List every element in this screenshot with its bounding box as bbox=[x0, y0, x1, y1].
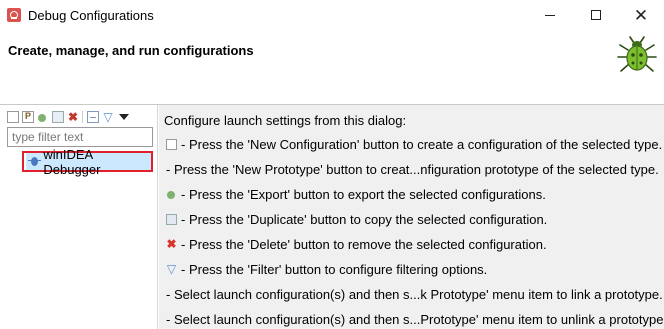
info-line-text: - Press the 'Filter' button to configure… bbox=[181, 262, 488, 277]
info-intro: Configure launch settings from this dial… bbox=[164, 113, 407, 128]
tree-item-winidea-debugger[interactable]: winIDEA Debugger bbox=[22, 147, 153, 177]
delete-icon: ✖ bbox=[166, 237, 177, 251]
info-panel: Configure launch settings from this dial… bbox=[159, 105, 664, 329]
tree-item-selection: winIDEA Debugger bbox=[26, 147, 151, 177]
maximize-icon bbox=[591, 10, 601, 20]
new-configuration-icon bbox=[166, 139, 177, 150]
info-line-text: - Press the 'Duplicate' button to copy t… bbox=[181, 212, 548, 227]
maximize-button[interactable] bbox=[573, 0, 619, 32]
info-line-text: - Press the 'New Configuration' button t… bbox=[181, 137, 663, 152]
info-line-unlink-prototype: - Select launch configuration(s) and the… bbox=[166, 312, 664, 327]
duplicate-icon bbox=[166, 214, 177, 225]
dialog-header: Create, manage, and run configurations bbox=[0, 32, 664, 104]
close-icon: ✕ bbox=[633, 6, 649, 25]
view-menu-icon[interactable] bbox=[119, 114, 129, 120]
export-icon bbox=[166, 189, 177, 200]
close-button[interactable]: ✕ bbox=[618, 0, 664, 32]
collapse-all-icon[interactable] bbox=[87, 111, 99, 123]
title-bar: Debug Configurations ✕ bbox=[0, 0, 664, 32]
debug-app-icon bbox=[7, 8, 21, 22]
minimize-button[interactable] bbox=[527, 0, 573, 32]
duplicate-icon[interactable] bbox=[52, 111, 64, 123]
tree-item-label: winIDEA Debugger bbox=[43, 146, 101, 177]
info-line-link-prototype: - Select launch configuration(s) and the… bbox=[166, 287, 663, 302]
info-line-duplicate: - Press the 'Duplicate' button to copy t… bbox=[166, 212, 547, 227]
info-line-delete: ✖ - Press the 'Delete' button to remove … bbox=[166, 237, 547, 252]
filter-input[interactable] bbox=[7, 127, 153, 147]
info-line-export: - Press the 'Export' button to export th… bbox=[166, 187, 546, 202]
toolbar-separator bbox=[82, 111, 83, 123]
info-line-text: - Select launch configuration(s) and the… bbox=[166, 287, 663, 302]
new-prototype-icon[interactable] bbox=[22, 111, 34, 123]
info-line-text: - Press the 'Delete' button to remove th… bbox=[181, 237, 547, 252]
info-line-new-configuration: - Press the 'New Configuration' button t… bbox=[166, 137, 662, 152]
new-configuration-icon[interactable] bbox=[7, 111, 19, 123]
sidebar-toolbar: ✖ ▽ bbox=[7, 110, 129, 124]
delete-icon[interactable]: ✖ bbox=[67, 111, 79, 123]
info-line-text: - Press the 'New Prototype' button to cr… bbox=[166, 162, 659, 177]
minimize-icon bbox=[545, 15, 555, 16]
info-line-new-prototype: - Press the 'New Prototype' button to cr… bbox=[166, 162, 659, 177]
configuration-sidebar: ✖ ▽ winIDEA Debugger bbox=[1, 105, 158, 329]
winidea-debugger-icon bbox=[28, 155, 42, 168]
info-line-filter: ▽ - Press the 'Filter' button to configu… bbox=[166, 262, 487, 277]
filter-icon: ▽ bbox=[166, 262, 177, 276]
export-icon[interactable] bbox=[37, 111, 49, 123]
page-title: Create, manage, and run configurations bbox=[8, 43, 254, 58]
filter-icon[interactable]: ▽ bbox=[102, 111, 114, 123]
bug-icon bbox=[617, 36, 657, 72]
window-title: Debug Configurations bbox=[28, 8, 154, 23]
info-line-text: - Press the 'Export' button to export th… bbox=[181, 187, 546, 202]
info-line-text: - Select launch configuration(s) and the… bbox=[166, 312, 664, 327]
